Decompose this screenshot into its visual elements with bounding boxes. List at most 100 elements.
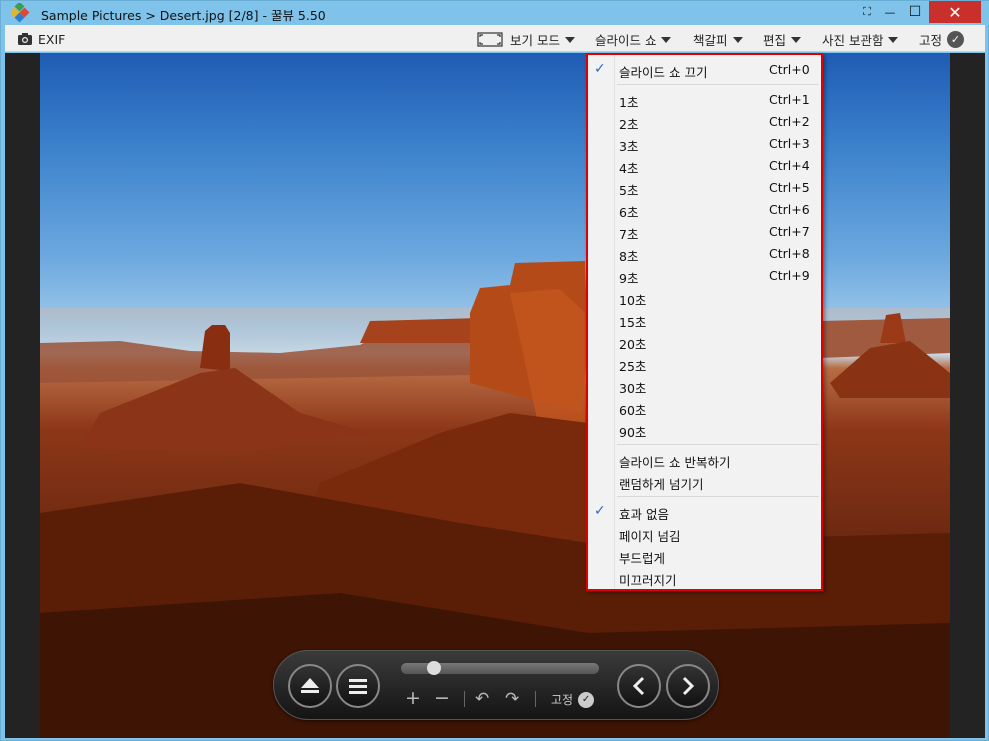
menu-item[interactable]: 10초 bbox=[588, 287, 821, 309]
bookmark-label: 책갈피 bbox=[693, 32, 728, 48]
divider bbox=[464, 691, 465, 707]
exif-button[interactable]: EXIF bbox=[17, 29, 65, 49]
open-file-button[interactable] bbox=[288, 664, 332, 708]
menu-item[interactable]: ✓ 슬라이드 쇼 끄기 Ctrl+0 bbox=[588, 59, 821, 81]
menu-item[interactable]: 6초 Ctrl+6 bbox=[588, 199, 821, 221]
rotate-left-icon[interactable]: ↶ bbox=[475, 689, 489, 709]
menu-item[interactable]: 60초 bbox=[588, 397, 821, 419]
menu-separator bbox=[617, 496, 819, 497]
menu-item-label: 부드럽게 bbox=[619, 551, 666, 566]
menu-item-shortcut: Ctrl+3 bbox=[769, 136, 810, 151]
menu-separator bbox=[617, 444, 819, 445]
check-circle-icon: ✓ bbox=[578, 691, 595, 708]
menu-item-label: 25초 bbox=[619, 359, 647, 374]
control-pin-toggle[interactable]: 고정 ✓ bbox=[551, 691, 595, 708]
chevron-down-icon bbox=[888, 36, 899, 43]
eject-icon bbox=[301, 678, 319, 693]
rotate-right-icon[interactable]: ↷ bbox=[505, 689, 519, 709]
menu-item-shortcut: Ctrl+4 bbox=[769, 158, 810, 173]
chevron-down-icon bbox=[732, 36, 743, 43]
menu-item-label: 1초 bbox=[619, 95, 639, 110]
menu-item-label: 90초 bbox=[619, 425, 647, 440]
menu-item[interactable]: 7초 Ctrl+7 bbox=[588, 221, 821, 243]
next-image-button[interactable] bbox=[666, 664, 710, 708]
menu-item[interactable]: 3초 Ctrl+3 bbox=[588, 133, 821, 155]
zoom-in-icon[interactable]: + bbox=[405, 687, 421, 709]
camera-icon bbox=[18, 33, 32, 45]
toolbar: EXIF 보기 모드 슬라이드 쇼 책갈피 편집 사진 보관함 고정 ✓ bbox=[5, 25, 985, 52]
chevron-left-icon bbox=[632, 676, 645, 696]
menu-item-label: 8초 bbox=[619, 249, 639, 264]
window-title: Sample Pictures > Desert.jpg [2/8] - 꿀뷰 … bbox=[41, 8, 326, 23]
title-bar: Sample Pictures > Desert.jpg [2/8] - 꿀뷰 … bbox=[1, 1, 989, 25]
menu-item-label: 3초 bbox=[619, 139, 639, 154]
check-icon: ✓ bbox=[594, 61, 606, 77]
menu-item-shortcut: Ctrl+7 bbox=[769, 224, 810, 239]
menu-item-shortcut: Ctrl+8 bbox=[769, 246, 810, 261]
slideshow-menu[interactable]: 슬라이드 쇼 bbox=[595, 29, 672, 49]
maximize-button[interactable]: ☐ bbox=[901, 1, 929, 23]
menu-item[interactable]: 20초 bbox=[588, 331, 821, 353]
menu-item[interactable]: 8초 Ctrl+8 bbox=[588, 243, 821, 265]
menu-item[interactable]: 30초 bbox=[588, 375, 821, 397]
image-viewer[interactable]: + − ↶ ↷ 고정 ✓ bbox=[5, 53, 985, 738]
control-bar: + − ↶ ↷ 고정 ✓ bbox=[273, 650, 719, 720]
list-menu-button[interactable] bbox=[336, 664, 380, 708]
menu-item-shortcut: Ctrl+2 bbox=[769, 114, 810, 129]
menu-item-shortcut: Ctrl+0 bbox=[769, 62, 810, 77]
menu-item-shortcut: Ctrl+6 bbox=[769, 202, 810, 217]
bookmark-menu[interactable]: 책갈피 bbox=[693, 29, 743, 49]
slider-thumb[interactable] bbox=[427, 661, 441, 675]
menu-item-label: 5초 bbox=[619, 183, 639, 198]
menu-item[interactable]: 2초 Ctrl+2 bbox=[588, 111, 821, 133]
app-window: Sample Pictures > Desert.jpg [2/8] - 꿀뷰 … bbox=[0, 0, 989, 741]
photo-album-menu[interactable]: 사진 보관함 bbox=[822, 29, 899, 49]
minimize-button[interactable]: — bbox=[877, 1, 903, 23]
album-label: 사진 보관함 bbox=[822, 32, 884, 48]
app-logo-icon bbox=[11, 3, 30, 23]
fullscreen-icon: ⛶ bbox=[863, 5, 871, 18]
menu-item[interactable]: 25초 bbox=[588, 353, 821, 375]
menu-item[interactable]: 슬라이드 쇼 반복하기 bbox=[588, 449, 821, 471]
menu-item-label: 10초 bbox=[619, 293, 647, 308]
menu-item[interactable]: 4초 Ctrl+4 bbox=[588, 155, 821, 177]
exif-label: EXIF bbox=[38, 31, 66, 47]
menu-item[interactable]: 부드럽게 bbox=[588, 545, 821, 567]
check-circle-icon: ✓ bbox=[947, 30, 965, 48]
view-mode-menu[interactable]: 보기 모드 bbox=[477, 29, 575, 49]
pin-toggle[interactable]: 고정 ✓ bbox=[919, 29, 965, 49]
menu-item-shortcut: Ctrl+1 bbox=[769, 92, 810, 107]
close-button[interactable]: ✕ bbox=[929, 1, 981, 23]
previous-image-button[interactable] bbox=[617, 664, 661, 708]
menu-item-shortcut: Ctrl+5 bbox=[769, 180, 810, 195]
menu-item[interactable]: ✓ 효과 없음 bbox=[588, 501, 821, 523]
close-icon: ✕ bbox=[948, 2, 962, 22]
menu-item-label: 4초 bbox=[619, 161, 639, 176]
menu-item-label: 6초 bbox=[619, 205, 639, 220]
control-pin-label: 고정 bbox=[551, 693, 574, 707]
list-icon bbox=[349, 679, 367, 694]
menu-item[interactable]: 1초 Ctrl+1 bbox=[588, 89, 821, 111]
chevron-right-icon bbox=[682, 676, 695, 696]
check-icon: ✓ bbox=[594, 503, 606, 519]
edit-menu[interactable]: 편집 bbox=[763, 29, 802, 49]
position-slider[interactable] bbox=[401, 661, 599, 675]
menu-item[interactable]: 90초 bbox=[588, 419, 821, 441]
pin-label: 고정 bbox=[919, 32, 943, 48]
menu-item-label: 슬라이드 쇼 끄기 bbox=[619, 65, 708, 80]
menu-item-label: 15초 bbox=[619, 315, 647, 330]
menu-item[interactable]: 5초 Ctrl+5 bbox=[588, 177, 821, 199]
zoom-out-icon[interactable]: − bbox=[434, 687, 450, 709]
menu-item[interactable]: 페이지 넘김 bbox=[588, 523, 821, 545]
menu-separator bbox=[617, 84, 819, 85]
chevron-down-icon bbox=[564, 36, 575, 43]
menu-item[interactable]: 미끄러지기 bbox=[588, 567, 821, 589]
menu-item-label: 30초 bbox=[619, 381, 647, 396]
view-mode-label: 보기 모드 bbox=[510, 32, 560, 48]
chevron-down-icon bbox=[791, 36, 802, 43]
maximize-icon: ☐ bbox=[908, 4, 922, 20]
menu-item[interactable]: 9초 Ctrl+9 bbox=[588, 265, 821, 287]
menu-item[interactable]: 15초 bbox=[588, 309, 821, 331]
menu-item-label: 60초 bbox=[619, 403, 647, 418]
menu-item[interactable]: 랜덤하게 넘기기 bbox=[588, 471, 821, 493]
